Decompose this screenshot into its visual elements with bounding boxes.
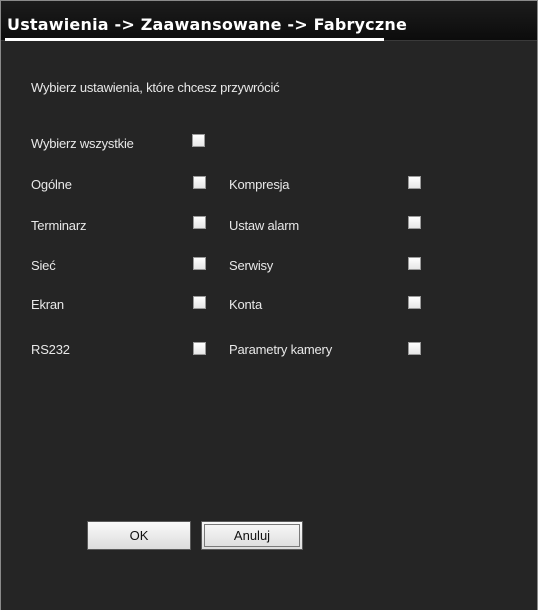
ok-button[interactable]: OK [87, 521, 191, 550]
factory-settings-dialog: Ustawienia -> Zaawansowane -> Fabryczne … [0, 0, 538, 610]
option-services-label: Serwisy [229, 258, 274, 273]
option-camera-params-checkbox[interactable] [408, 342, 421, 355]
option-alarm-label: Ustaw alarm [229, 218, 300, 233]
cancel-button[interactable]: Anuluj [201, 521, 303, 550]
option-compression-label: Kompresja [229, 177, 290, 192]
option-schedule-label: Terminarz [31, 218, 87, 233]
cancel-button-label: Anuluj [233, 528, 271, 543]
option-network-checkbox[interactable] [193, 257, 206, 270]
dialog-title: Ustawienia -> Zaawansowane -> Fabryczne [7, 15, 408, 34]
option-network-label: Sieć [31, 258, 56, 273]
option-rs232-checkbox[interactable] [193, 342, 206, 355]
option-display-label: Ekran [31, 297, 64, 312]
option-accounts-label: Konta [229, 297, 262, 312]
option-general-checkbox[interactable] [193, 176, 206, 189]
option-schedule-checkbox[interactable] [193, 216, 206, 229]
select-all-checkbox[interactable] [192, 134, 205, 147]
instruction-text: Wybierz ustawienia, które chcesz przywró… [31, 80, 280, 95]
option-camera-params-label: Parametry kamery [229, 342, 332, 357]
title-bar: Ustawienia -> Zaawansowane -> Fabryczne [1, 1, 537, 41]
option-compression-checkbox[interactable] [408, 176, 421, 189]
option-display-checkbox[interactable] [193, 296, 206, 309]
option-rs232-label: RS232 [31, 342, 70, 357]
select-all-label: Wybierz wszystkie [31, 136, 134, 151]
option-alarm-checkbox[interactable] [408, 216, 421, 229]
ok-button-label: OK [129, 528, 149, 543]
option-accounts-checkbox[interactable] [408, 296, 421, 309]
option-services-checkbox[interactable] [408, 257, 421, 270]
title-underline [5, 38, 384, 41]
option-general-label: Ogólne [31, 177, 72, 192]
